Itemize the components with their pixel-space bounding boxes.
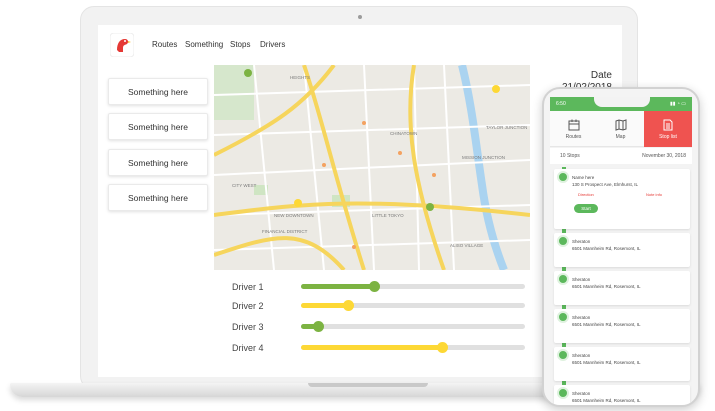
card-1[interactable]: Something here — [108, 78, 208, 105]
card-4[interactable]: Something here — [108, 184, 208, 211]
map-label-little-tokyo: LITTLE TOKYO — [372, 213, 404, 218]
tab-routes[interactable]: Routes — [550, 111, 597, 147]
status-time: 6:50 — [556, 101, 566, 107]
phone-notch — [594, 97, 650, 107]
nav-something[interactable]: Something — [185, 40, 223, 49]
date-label: Date — [590, 70, 612, 81]
stops-count: 10 Stops — [560, 153, 580, 159]
phone-tabs: Routes Map Stop list — [550, 111, 692, 147]
driver-1-handle[interactable] — [369, 281, 381, 292]
nav-routes[interactable]: Routes — [152, 40, 177, 49]
driver-4-handle[interactable] — [436, 342, 448, 353]
driver-4-label: Driver 4 — [232, 343, 264, 353]
stop-dot — [557, 171, 569, 183]
card-2[interactable]: Something here — [108, 113, 208, 140]
laptop-camera — [358, 15, 362, 19]
stop-dot — [557, 349, 569, 361]
stop-dot — [557, 235, 569, 247]
stop-card[interactable]: Sheraton 6501 Mannheim Rd, Rosemont, IL — [554, 347, 690, 381]
tab-routes-label: Routes — [565, 133, 582, 140]
start-button[interactable]: Start — [574, 204, 598, 213]
driver-1-fill — [301, 284, 375, 289]
driver-2-slider[interactable] — [301, 300, 525, 311]
stop-name: Name here — [572, 175, 595, 180]
map-label-chinatown: CHINATOWN — [390, 131, 417, 136]
map-label-new-downtown: NEW DOWNTOWN — [274, 213, 314, 218]
route-map[interactable]: CHINATOWN CITY WEST NEW DOWNTOWN FINANCI… — [214, 65, 530, 270]
driver-2-label: Driver 2 — [232, 301, 264, 311]
driver-1-label: Driver 1 — [232, 282, 264, 292]
card-3[interactable]: Something here — [108, 149, 208, 176]
nav-stops[interactable]: Stops — [230, 40, 250, 49]
stop-card[interactable]: Sheraton 6501 Mannheim Rd, Rosemont, IL — [554, 233, 690, 267]
tab-stop-list-label: Stop list — [659, 133, 677, 140]
map-label-mission-junction: MISSION JUNCTION — [462, 155, 505, 160]
phone-device: 6:50 ▮▮ ◔ ▭ Routes Map Stop list 10 Stop… — [542, 87, 700, 407]
nav-drivers[interactable]: Drivers — [260, 40, 285, 49]
driver-4-fill — [301, 345, 443, 350]
stop-note[interactable]: Note info — [646, 192, 662, 197]
map-label-aliso-village: ALISO VILLAGE — [450, 243, 483, 248]
map-marker[interactable] — [294, 199, 302, 207]
stop-address: 6501 Mannheim Rd, Rosemont, IL — [572, 360, 641, 365]
map-marker[interactable] — [244, 69, 252, 77]
stop-dot — [557, 387, 569, 399]
signal-wifi-battery-icon: ▮▮ ◔ ▭ — [669, 101, 686, 107]
driver-4-slider[interactable] — [301, 342, 525, 353]
stop-address: 6501 Mannheim Rd, Rosemont, IL — [572, 246, 641, 251]
top-nav: Routes Something Stops Drivers — [98, 25, 622, 65]
laptop-notch — [308, 383, 428, 387]
driver-3-slider[interactable] — [301, 321, 525, 332]
rooster-logo-icon[interactable] — [109, 32, 135, 58]
stops-date: November 30, 2018 — [642, 153, 686, 159]
map-label-heights: HEIGHTS — [290, 75, 310, 80]
calendar-icon — [568, 119, 579, 130]
stage: Routes Something Stops Drivers Something… — [0, 0, 715, 411]
map-icon — [615, 118, 626, 131]
tab-map-label: Map — [615, 133, 626, 140]
stop-name: Sheraton — [572, 391, 591, 396]
stop-address: 6501 Mannheim Rd, Rosemont, IL — [572, 322, 641, 327]
tab-stop-list[interactable]: Stop list — [644, 111, 692, 147]
map-label-taylor-junction: TAYLOR JUNCTION — [486, 125, 527, 130]
stop-address: 6501 Mannheim Rd, Rosemont, IL — [572, 398, 641, 403]
driver-3-label: Driver 3 — [232, 322, 264, 332]
driver-3-handle[interactable] — [313, 321, 325, 332]
phone-screen: 6:50 ▮▮ ◔ ▭ Routes Map Stop list 10 Stop… — [550, 97, 692, 405]
map-marker[interactable] — [426, 203, 434, 211]
stop-direction[interactable]: Direction — [578, 192, 594, 197]
stop-name: Sheraton — [572, 277, 591, 282]
document-icon — [663, 119, 673, 130]
driver-2-fill — [301, 303, 349, 308]
stop-name: Sheraton — [572, 239, 591, 244]
driver-2-handle[interactable] — [342, 300, 354, 311]
stop-card[interactable]: Sheraton 6501 Mannheim Rd, Rosemont, IL — [554, 309, 690, 343]
stop-address: 130 S Prospect Ave, Elmhurst, IL — [572, 182, 638, 187]
map-label-city-west: CITY WEST — [232, 183, 257, 188]
stop-name: Sheraton — [572, 353, 591, 358]
map-label-financial-district: FINANCIAL DISTRICT — [262, 229, 308, 234]
tab-map[interactable]: Map — [597, 111, 644, 147]
map-marker[interactable] — [492, 85, 500, 93]
stops-summary: 10 Stops November 30, 2018 — [550, 148, 692, 164]
stop-card[interactable]: Name here 130 S Prospect Ave, Elmhurst, … — [554, 169, 690, 229]
stop-address: 6501 Mannheim Rd, Rosemont, IL — [572, 284, 641, 289]
stop-dot — [557, 273, 569, 285]
stop-name: Sheraton — [572, 315, 591, 320]
stop-card[interactable]: Sheraton 6501 Mannheim Rd, Rosemont, IL — [554, 271, 690, 305]
stop-dot — [557, 311, 569, 323]
stop-card[interactable]: Sheraton 6501 Mannheim Rd, Rosemont, IL — [554, 385, 690, 405]
driver-1-slider[interactable] — [301, 281, 525, 292]
